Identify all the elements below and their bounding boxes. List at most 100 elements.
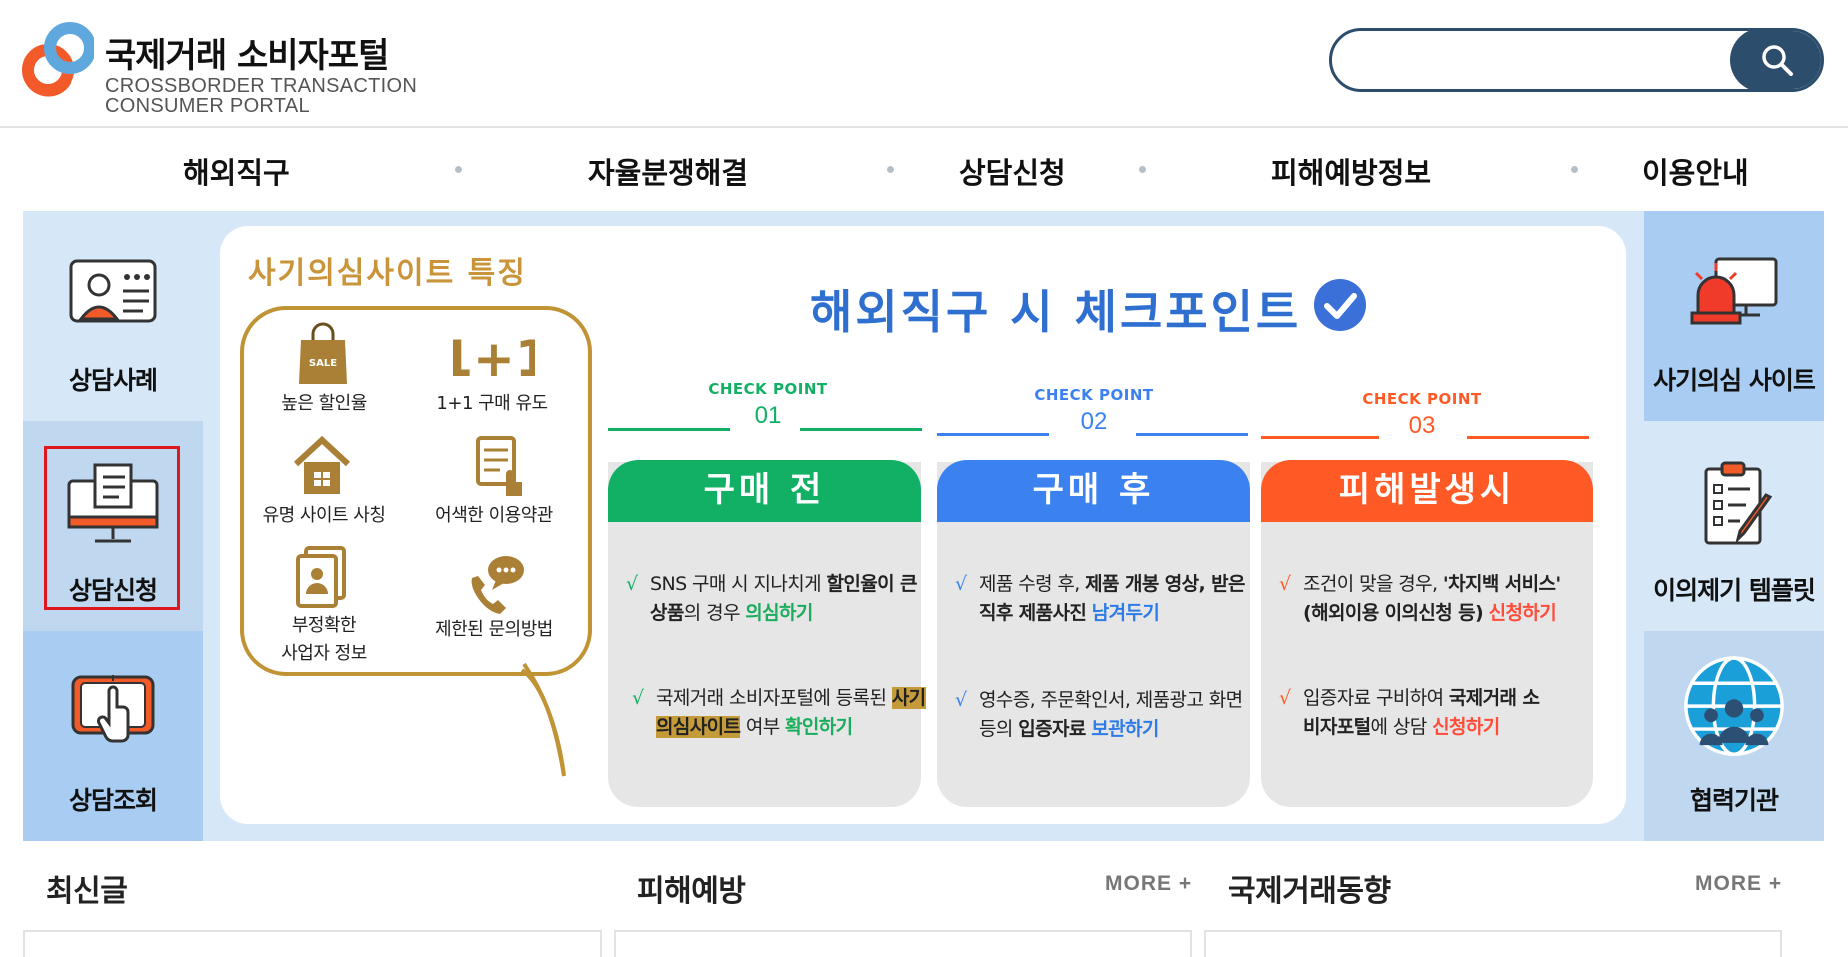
checkpoint-number: 01 — [754, 402, 782, 429]
right-menu-label: 사기의심 사이트 — [1653, 366, 1816, 395]
card-text: 국제거래 소비자포털에 등록된 — [656, 687, 892, 709]
nav-item-prevention-info[interactable]: 피해예방정보 — [1271, 150, 1431, 192]
sale-bag-badge: SALE — [309, 358, 337, 369]
checkpoint-line — [800, 428, 922, 431]
tick-mark: √ — [955, 573, 967, 595]
nav-item-consult-request[interactable]: 상담신청 — [959, 150, 1066, 192]
search-input[interactable] — [1360, 31, 1750, 89]
portal-logo[interactable] — [22, 22, 94, 98]
card-text: 의 경우 — [683, 602, 746, 624]
checkpoint-card-before-purchase: 구매 전 √ SNS 구매 시 지나치게 할인율이 큰 상품의 경우 의심하기 … — [608, 460, 926, 807]
card-item: √ SNS 구매 시 지나치게 할인율이 큰 상품의 경우 의심하기 — [626, 570, 920, 628]
checkpoint-small-label: CHECK POINT — [1362, 390, 1482, 408]
card-text-action: 보관하기 — [1091, 718, 1159, 740]
card-item: √ 제품 수령 후, 제품 개봉 영상, 받은 직후 제품사진 남겨두기 — [955, 570, 1249, 628]
one-plus-one-badge: 1+1 — [453, 330, 535, 388]
checkpoint-number: 02 — [1080, 408, 1108, 435]
site-subtitle-line1: CROSSBORDER TRANSACTION — [105, 75, 418, 97]
section-title-intl-trends: 국제거래동향 — [1228, 874, 1391, 909]
card-text: 조건이 맞을 경우, — [1303, 573, 1443, 595]
checkpoint-02-header: CHECK POINT 02 — [994, 386, 1194, 436]
checkpoint-line — [608, 428, 730, 431]
card-text-action: 신청하기 — [1488, 602, 1557, 624]
left-menu-consult-lookup[interactable]: 상담조회 — [23, 631, 203, 841]
speech-bubble-tail — [520, 662, 566, 777]
card-item: √ 조건이 맞을 경우, '차지백 서비스' (해외이용 이의신청 등) 신청하… — [1279, 570, 1588, 628]
card-item: √ 영수증, 주문확인서, 제품광고 화면 등의 입증자료 보관하기 — [955, 686, 1249, 744]
more-link-intl-trends[interactable]: MORE + — [1695, 872, 1782, 896]
nav-separator-dot — [1571, 166, 1578, 173]
card-item: √ 국제거래 소비자포털에 등록된 사기의심사이트 여부 확인하기 — [632, 684, 926, 742]
checkpoint-card-when-damaged: 피해발생시 √ 조건이 맞을 경우, '차지백 서비스' (해외이용 이의신청 … — [1261, 460, 1593, 807]
check-circle-icon — [1314, 279, 1366, 331]
right-menu-fraud-sites[interactable]: 사기의심 사이트 — [1644, 211, 1824, 421]
card-text-action: 남겨두기 — [1091, 602, 1160, 624]
tick-mark: √ — [632, 687, 644, 709]
checkpoint-line — [1136, 433, 1248, 436]
search-button[interactable] — [1730, 31, 1821, 89]
checkpoint-line — [937, 433, 1049, 436]
checkpoint-small-label: CHECK POINT — [1034, 386, 1154, 404]
feature-label: 유명 사이트 사칭 — [262, 505, 386, 526]
intl-trends-panel — [1204, 930, 1782, 957]
one-plus-one-icon: 1+1 — [453, 330, 535, 388]
site-title[interactable]: 국제거래 소비자포털 — [105, 28, 389, 77]
right-menu-label: 이의제기 템플릿 — [1653, 576, 1816, 605]
nav-separator-dot — [1139, 166, 1146, 173]
left-menu-label: 상담신청 — [68, 576, 158, 605]
consultation-lookup-icon — [71, 675, 155, 743]
card-heading: 피해발생시 — [1261, 460, 1593, 522]
house-icon — [293, 435, 351, 494]
consultation-request-icon — [67, 463, 159, 543]
right-menu-label: 협력기관 — [1689, 786, 1779, 815]
left-menu-label: 상담사례 — [68, 366, 158, 395]
checkpoint-03-header: CHECK POINT 03 — [1322, 390, 1522, 440]
latest-posts-panel — [23, 930, 602, 957]
nav-separator-dot — [455, 166, 462, 173]
card-text: 에 상담 — [1370, 716, 1433, 738]
checkpoint-01-header: CHECK POINT 01 — [668, 380, 868, 430]
right-menu-objection-template[interactable]: 이의제기 템플릿 — [1644, 421, 1824, 631]
tick-mark: √ — [1279, 573, 1291, 595]
checkpoint-small-label: CHECK POINT — [708, 380, 828, 398]
feature-label-line1: 부정확한 — [291, 615, 357, 636]
nav-item-overseas-direct[interactable]: 해외직구 — [183, 150, 290, 192]
left-menu-consult-request[interactable]: 상담신청 — [23, 421, 203, 631]
feature-label: 높은 할인율 — [281, 393, 367, 414]
nav-item-dispute-resolution[interactable]: 자율분쟁해결 — [588, 150, 748, 192]
section-title-damage-prevention: 피해예방 — [637, 874, 746, 909]
card-heading: 구매 전 — [608, 460, 921, 522]
feature-label: 1+1 구매 유도 — [436, 393, 548, 414]
left-menu-consult-cases[interactable]: 상담사례 — [23, 211, 203, 421]
card-text: 입증자료 구비하여 — [1303, 687, 1449, 709]
sale-bag-icon: SALE — [299, 322, 347, 384]
tick-mark: √ — [955, 689, 967, 711]
card-text: 여부 — [740, 716, 786, 738]
card-item: √ 입증자료 구비하여 국제거래 소비자포털에 상담 신청하기 — [1279, 684, 1543, 742]
checkpoint-line — [1261, 436, 1379, 439]
feature-label: 제한된 문의방법 — [435, 619, 553, 640]
card-text-action: 확인하기 — [785, 716, 853, 738]
site-subtitle: CROSSBORDER TRANSACTION CONSUMER PORTAL — [105, 76, 417, 116]
site-header: 국제거래 소비자포털 CROSSBORDER TRANSACTION CONSU… — [0, 0, 1848, 128]
tick-mark: √ — [1279, 687, 1291, 709]
card-text-bold: 입증자료 — [1018, 718, 1086, 740]
tick-mark: √ — [626, 573, 638, 595]
card-heading: 구매 후 — [937, 460, 1250, 522]
card-text-action: 신청하기 — [1432, 716, 1500, 738]
checkpoint-line — [1467, 436, 1589, 439]
checkpoint-card-after-purchase: 구매 후 √ 제품 수령 후, 제품 개봉 영상, 받은 직후 제품사진 남겨두… — [937, 460, 1250, 807]
alert-siren-icon — [1690, 257, 1778, 325]
document-hand-icon — [476, 436, 522, 496]
section-title-latest-posts: 최신글 — [46, 874, 128, 909]
globe-people-icon — [1684, 656, 1784, 756]
right-menu-partner-agencies[interactable]: 협력기관 — [1644, 631, 1824, 841]
card-text: SNS 구매 시 지나치게 — [650, 573, 827, 595]
more-link-damage-prevention[interactable]: MORE + — [1105, 872, 1192, 896]
site-subtitle-line2: CONSUMER PORTAL — [105, 95, 310, 117]
consultation-case-icon — [69, 259, 157, 323]
nav-item-usage-guide[interactable]: 이용안내 — [1642, 150, 1749, 192]
feature-label: 부정확한 사업자 정보 — [234, 612, 414, 668]
feature-label-line2: 사업자 정보 — [281, 643, 367, 664]
checkpoint-title: 해외직구 시 체크포인트 — [810, 285, 1302, 339]
